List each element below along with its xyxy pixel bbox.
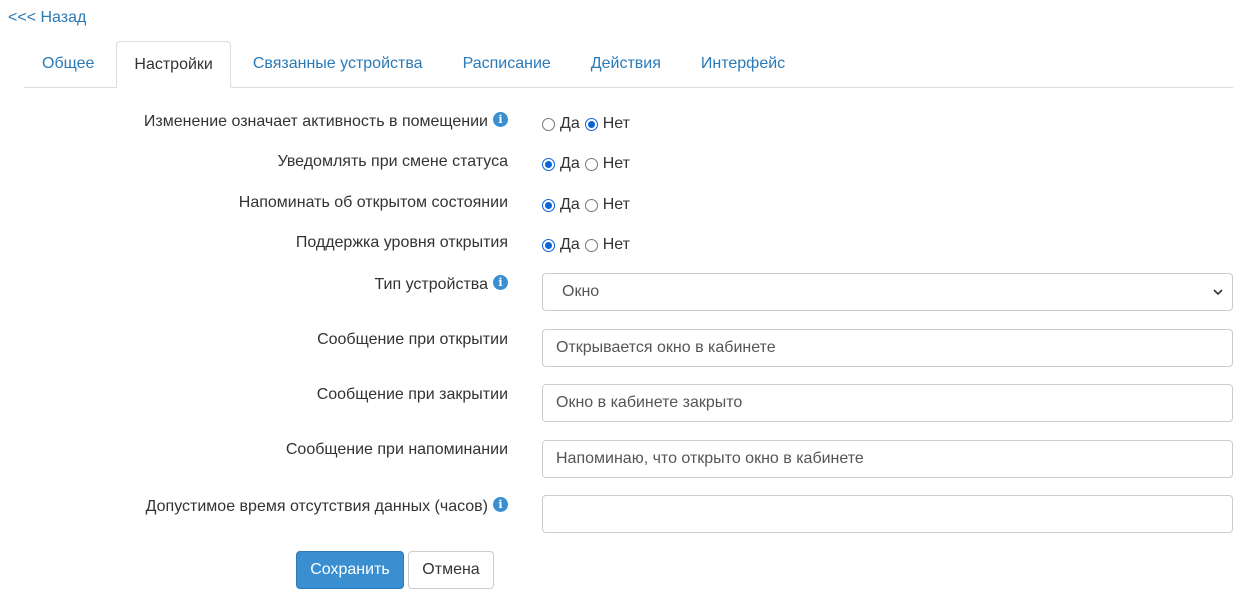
notify-status-radio-group: Да Нет (542, 155, 635, 173)
notify-status-yes-radio[interactable] (542, 157, 555, 171)
open-level-label: Поддержка уровня открытия (295, 234, 508, 251)
open-level-no-label: Нет (602, 236, 630, 253)
tab-settings[interactable]: Настройки (116, 41, 231, 88)
close-message-label: Сообщение при закрытии (316, 386, 508, 403)
activity-label-wrap: Изменение означает активность в помещени… (143, 111, 508, 131)
remind-open-no-radio[interactable] (584, 198, 598, 212)
back-link[interactable]: <<< Назад (8, 9, 86, 27)
activity-radio-group: Да Нет (542, 115, 635, 133)
close-message-value: Окно в кабинете закрыто (556, 394, 743, 411)
timeout-label: Допустимое время отсутствия данных (часо… (145, 498, 488, 515)
open-level-radio-group: Да Нет (542, 236, 635, 254)
cancel-button[interactable]: Отмена (408, 551, 494, 589)
activity-yes-label: Да (560, 115, 580, 132)
timeout-label-wrap: Допустимое время отсутствия данных (часо… (145, 496, 508, 516)
device-type-label: Тип устройства (374, 276, 488, 293)
notify-status-yes-label: Да (560, 155, 580, 172)
save-button[interactable]: Сохранить (296, 551, 404, 589)
remind-open-radio-group: Да Нет (542, 196, 635, 214)
notify-status-no-radio[interactable] (584, 157, 598, 171)
remind-open-yes-label: Да (560, 196, 580, 213)
activity-no-radio[interactable] (584, 117, 598, 131)
open-message-input[interactable]: Открывается окно в кабинете (542, 329, 1233, 367)
tab-actions[interactable]: Действия (573, 41, 679, 87)
device-type-label-wrap: Тип устройства i (374, 274, 508, 294)
open-message-value: Открывается окно в кабинете (556, 339, 776, 356)
device-type-select[interactable]: Окно (542, 273, 1233, 311)
open-level-yes-radio[interactable] (542, 238, 555, 252)
info-icon[interactable]: i (493, 496, 508, 512)
remind-open-no-label: Нет (602, 196, 630, 213)
remind-message-value: Напоминаю, что открыто окно в кабинете (556, 450, 864, 467)
activity-no-label: Нет (602, 115, 630, 132)
timeout-input[interactable] (542, 495, 1233, 533)
info-icon[interactable]: i (493, 111, 508, 127)
tab-schedule[interactable]: Расписание (445, 41, 569, 87)
tab-interface[interactable]: Интерфейс (683, 41, 803, 87)
tab-linked-devices[interactable]: Связанные устройства (235, 41, 441, 87)
chevron-down-icon (1213, 289, 1223, 296)
notify-status-no-label: Нет (602, 155, 630, 172)
remind-open-label: Напоминать об открытом состоянии (238, 194, 508, 211)
activity-yes-radio[interactable] (542, 117, 555, 131)
remind-message-label: Сообщение при напоминании (285, 441, 508, 458)
device-type-value: Окно (562, 283, 600, 300)
remind-message-input[interactable]: Напоминаю, что открыто окно в кабинете (542, 440, 1233, 478)
info-icon[interactable]: i (493, 274, 508, 290)
remind-open-yes-radio[interactable] (542, 198, 555, 212)
open-message-label: Сообщение при открытии (317, 331, 508, 348)
tab-general[interactable]: Общее (24, 41, 112, 87)
notify-status-label: Уведомлять при смене статуса (277, 153, 508, 170)
tab-bar: Общее Настройки Связанные устройства Рас… (24, 41, 1233, 88)
open-level-no-radio[interactable] (584, 238, 598, 252)
open-level-yes-label: Да (560, 236, 580, 253)
activity-label: Изменение означает активность в помещени… (143, 113, 488, 130)
close-message-input[interactable]: Окно в кабинете закрыто (542, 384, 1233, 422)
